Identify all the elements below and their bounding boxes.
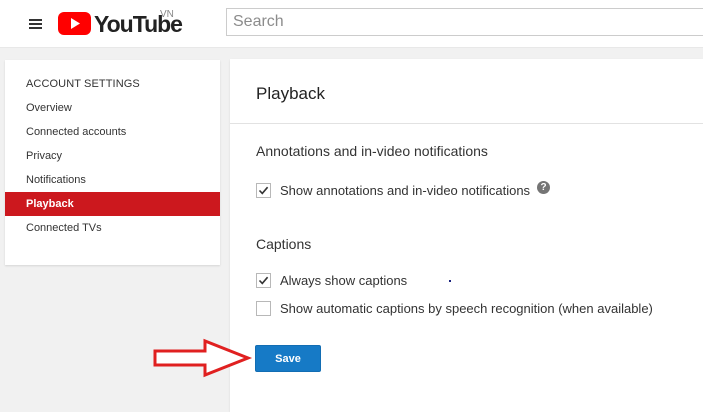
sidebar-heading: ACCOUNT SETTINGS [26, 78, 140, 90]
sidebar-item-privacy[interactable]: Privacy [5, 144, 220, 168]
youtube-play-icon [58, 12, 91, 35]
annotations-option: Show annotations and in-video notificati… [256, 183, 576, 201]
hamburger-menu-icon[interactable] [26, 16, 46, 32]
search-input[interactable] [226, 8, 703, 36]
stray-dot [449, 280, 451, 282]
playback-settings-panel: Playback Annotations and in-video notifi… [230, 59, 703, 412]
automatic-captions-checkbox[interactable] [256, 301, 271, 316]
top-bar: YouTube VN [0, 0, 703, 48]
help-circle-icon[interactable]: ? [537, 181, 550, 194]
annotations-option-label: Show annotations and in-video notificati… [280, 183, 531, 198]
automatic-captions-option: Show automatic captions by speech recogn… [256, 301, 676, 319]
page-title: Playback [256, 84, 325, 103]
country-code: VN [160, 9, 174, 20]
save-button[interactable]: Save [255, 345, 321, 372]
account-settings-sidebar: ACCOUNT SETTINGS Overview Connected acco… [5, 60, 220, 265]
checkmark-icon [258, 186, 269, 195]
sidebar-item-connected-tvs[interactable]: Connected TVs [5, 216, 220, 240]
annotations-checkbox[interactable] [256, 183, 271, 198]
automatic-captions-label: Show automatic captions by speech recogn… [280, 301, 653, 316]
always-show-captions-label: Always show captions [280, 273, 408, 288]
always-show-captions-option: Always show captions [256, 273, 456, 291]
sidebar-item-playback[interactable]: Playback [5, 192, 220, 216]
annotations-section-title: Annotations and in-video notifications [256, 143, 488, 159]
red-arrow-annotation [153, 338, 253, 378]
always-show-captions-checkbox[interactable] [256, 273, 271, 288]
sidebar-item-notifications[interactable]: Notifications [5, 168, 220, 192]
checkmark-icon [258, 276, 269, 285]
captions-section-title: Captions [256, 236, 312, 252]
sidebar-item-overview[interactable]: Overview [5, 96, 220, 120]
divider [230, 123, 703, 124]
sidebar-item-connected-accounts[interactable]: Connected accounts [5, 120, 220, 144]
